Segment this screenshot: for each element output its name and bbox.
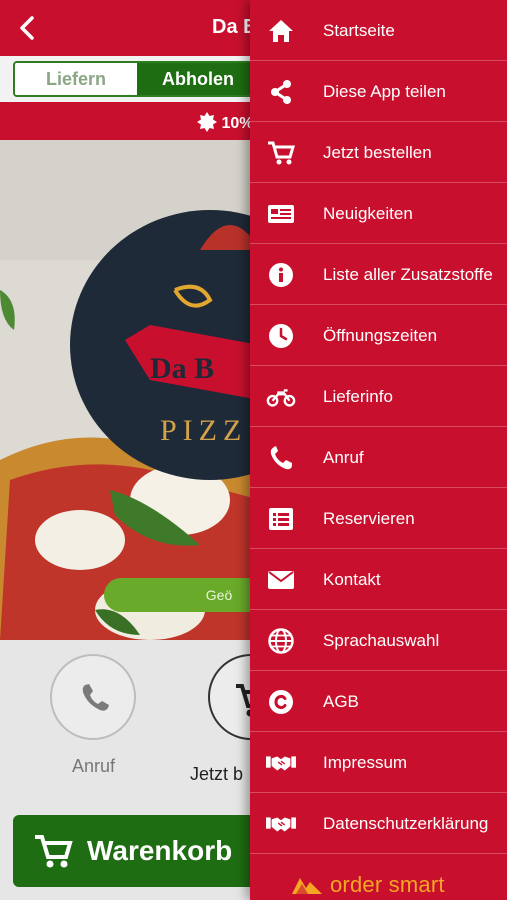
pickup-tab[interactable]: Abholen <box>137 63 259 95</box>
menu-label: Datenschutzerklärung <box>323 814 489 833</box>
back-button[interactable] <box>14 14 42 42</box>
cart-button[interactable]: Warenkorb <box>13 815 273 887</box>
phone-icon <box>266 443 296 473</box>
menu-label: Öffnungszeiten <box>323 326 438 345</box>
cart-icon <box>35 835 73 868</box>
menu-item-news[interactable]: Neuigkeiten <box>250 183 507 244</box>
menu-item-order-now[interactable]: Jetzt bestellen <box>250 122 507 183</box>
badge-icon <box>197 112 217 132</box>
globe-icon <box>266 626 296 656</box>
menu-label: Lieferinfo <box>323 387 393 406</box>
news-icon <box>266 199 296 229</box>
share-icon <box>266 77 296 107</box>
menu-label: Impressum <box>323 753 408 772</box>
handshake-icon <box>266 748 296 778</box>
envelope-icon <box>266 565 296 595</box>
menu-label: AGB <box>323 692 359 711</box>
menu-item-language[interactable]: Sprachauswahl <box>250 610 507 671</box>
order-smart-logo-icon <box>292 878 322 894</box>
menu-label: Diese App teilen <box>323 82 446 101</box>
copyright-icon <box>266 687 296 717</box>
menu-label: Startseite <box>323 21 395 40</box>
list-icon <box>266 504 296 534</box>
menu-item-privacy[interactable]: Datenschutzerklärung <box>250 793 507 854</box>
menu-item-share[interactable]: Diese App teilen <box>250 61 507 122</box>
menu-label: Sprachauswahl <box>323 631 440 650</box>
deliver-tab[interactable]: Liefern <box>15 63 137 95</box>
menu-item-call[interactable]: Anruf <box>250 427 507 488</box>
handshake-icon <box>266 809 296 839</box>
menu-item-contact[interactable]: Kontakt <box>250 549 507 610</box>
clock-icon <box>266 321 296 351</box>
side-menu: Startseite Diese App teilen Jetzt bestel… <box>250 0 507 900</box>
call-label: Anruf <box>72 756 116 776</box>
phone-icon <box>82 684 109 711</box>
menu-label: Liste aller Zusatzstoffe <box>323 265 493 284</box>
motorcycle-icon <box>266 382 296 412</box>
menu-item-additives[interactable]: Liste aller Zusatzstoffe <box>250 244 507 305</box>
menu-item-opening-hours[interactable]: Öffnungszeiten <box>250 305 507 366</box>
menu-item-reserve[interactable]: Reservieren <box>250 488 507 549</box>
menu-item-terms[interactable]: AGB <box>250 671 507 732</box>
menu-item-delivery-info[interactable]: Lieferinfo <box>250 366 507 427</box>
info-icon <box>266 260 296 290</box>
call-circle-button[interactable] <box>50 654 136 740</box>
cart-label: Warenkorb <box>87 835 233 866</box>
menu-label: Anruf <box>323 448 364 467</box>
brand-text: order smart <box>330 872 445 897</box>
home-icon <box>266 16 296 46</box>
order-label: Jetzt b <box>190 764 244 784</box>
cart-icon <box>266 138 296 168</box>
menu-label: Neuigkeiten <box>323 204 413 223</box>
order-mode-toggle: Liefern Abholen <box>13 61 263 97</box>
menu-item-home[interactable]: Startseite <box>250 0 507 61</box>
logo-sub-text: PIZZ <box>160 414 247 447</box>
menu-label: Jetzt bestellen <box>323 143 432 162</box>
logo-text: Da B <box>150 352 214 385</box>
brand-logo: order smart <box>290 872 445 898</box>
menu-item-imprint[interactable]: Impressum <box>250 732 507 793</box>
menu-label: Kontakt <box>323 570 381 589</box>
promo-text: 10% <box>221 115 254 132</box>
menu-label: Reservieren <box>323 509 415 528</box>
chevron-left-icon <box>20 16 34 40</box>
